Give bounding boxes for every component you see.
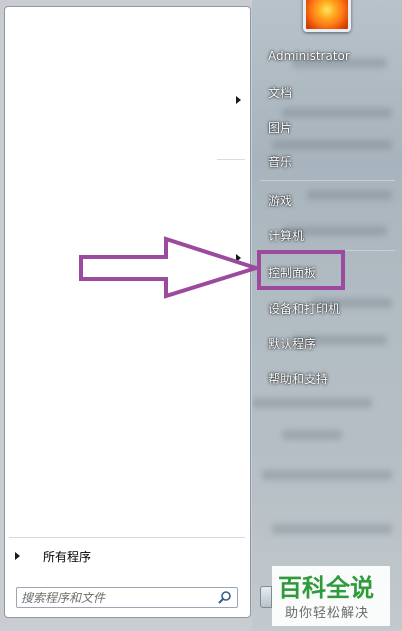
background-blur (252, 398, 372, 408)
menu-item-documents[interactable]: 文档 (268, 84, 292, 101)
annotation-highlight-box (257, 250, 345, 290)
menu-item-devices-printers[interactable]: 设备和打印机 (268, 300, 340, 317)
all-programs-divider (9, 537, 245, 538)
background-blur (272, 140, 392, 150)
all-programs-button[interactable]: 所有程序 (9, 546, 245, 568)
menu-separator (260, 180, 395, 181)
search-icon[interactable] (217, 590, 233, 606)
submenu-arrow-icon[interactable] (236, 96, 241, 104)
background-blur (307, 190, 392, 200)
search-input[interactable] (21, 589, 209, 606)
all-programs-arrow-icon (15, 552, 20, 560)
shutdown-button[interactable] (260, 586, 272, 608)
background-blur (262, 470, 392, 480)
pinned-separator (217, 159, 245, 160)
menu-item-help-support[interactable]: 帮助和支持 (268, 370, 328, 387)
watermark-subtitle: 助你轻松解决 (285, 606, 370, 621)
user-name-link[interactable]: Administrator (268, 49, 350, 63)
menu-item-computer[interactable]: 计算机 (268, 227, 304, 244)
start-menu-left-pane (4, 6, 251, 618)
annotation-arrow-icon (79, 236, 260, 299)
user-avatar[interactable] (303, 0, 351, 32)
menu-item-music[interactable]: 音乐 (268, 153, 292, 170)
watermark-logo: 百科全说 助你轻松解决 (272, 566, 390, 626)
menu-item-pictures[interactable]: 图片 (268, 119, 292, 136)
menu-item-default-programs[interactable]: 默认程序 (268, 335, 316, 352)
background-blur (282, 430, 342, 440)
watermark-title: 百科全说 (278, 574, 374, 602)
search-box[interactable] (16, 587, 238, 608)
background-blur (282, 108, 392, 118)
background-blur (272, 524, 392, 534)
all-programs-label: 所有程序 (43, 550, 92, 564)
menu-item-games[interactable]: 游戏 (268, 192, 292, 209)
